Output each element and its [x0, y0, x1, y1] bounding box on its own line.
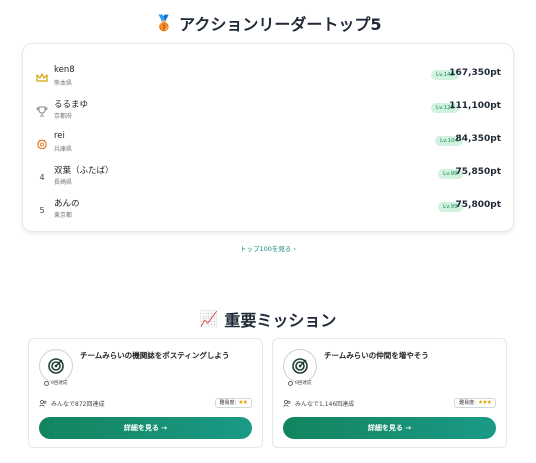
difficulty-badge: 難易度: ★★: [214, 398, 252, 408]
mission-detail-button[interactable]: 詳細を見る →: [283, 417, 496, 439]
chart-icon: 📈: [199, 310, 219, 328]
users-icon: [283, 400, 291, 407]
medal-icon: [35, 137, 49, 151]
leaderboard-title-text: アクションリーダートップ5: [179, 15, 382, 34]
difficulty-label: 難易度:: [459, 400, 476, 406]
difficulty-badge: 難易度: ★★★: [454, 398, 496, 408]
leader-points: 167,350pt: [449, 68, 501, 78]
leader-points: 75,800pt: [455, 200, 501, 210]
rank-number: 5: [39, 205, 45, 215]
trophy-icon: [35, 104, 49, 118]
leader-points: 111,100pt: [449, 101, 501, 111]
mission-title: チームみらいの機関誌をポスティングしよう: [80, 351, 230, 360]
difficulty-stars: ★★★: [477, 399, 492, 406]
leader-row[interactable]: rei 兵庫県 Lv.104 84,350pt: [23, 131, 515, 161]
mission-done-text: 0回達成: [51, 381, 68, 386]
mission-count: みんなで1,146回達成: [283, 399, 354, 408]
leader-name: るるまゆ: [54, 100, 89, 110]
mission-card[interactable]: 0回達成 チームみらいの仲間を増やそう みんなで1,146回達成 難易度: ★★…: [272, 338, 507, 448]
mission-card[interactable]: 0回達成 チームみらいの機関誌をポスティングしよう みんなで872回達成 難易度…: [28, 338, 263, 448]
difficulty-stars: ★★: [238, 399, 248, 406]
leader-name: rei: [54, 131, 65, 141]
leader-row[interactable]: ken8 熊本県 Lv.148 167,350pt: [23, 65, 515, 95]
mission-count-text: みんなで1,146回達成: [295, 401, 355, 408]
top100-link[interactable]: トップ100を見る ›: [0, 243, 536, 253]
difficulty-label: 難易度:: [219, 400, 237, 406]
leader-name: あんの: [54, 199, 80, 209]
leader-points: 75,850pt: [455, 167, 501, 177]
missions-title-text: 重要ミッション: [224, 311, 337, 330]
mission-count: みんなで872回達成: [39, 399, 104, 408]
leader-prefecture: 熊本県: [54, 80, 73, 87]
leader-row[interactable]: るるまゆ 京都府 Lv.120 111,100pt: [23, 98, 515, 128]
target-icon: [283, 349, 317, 383]
leaderboard-title: 🥉 アクションリーダートップ5: [0, 11, 536, 35]
mission-done-text: 0回達成: [295, 381, 312, 386]
leader-prefecture: 東京都: [54, 212, 73, 219]
crown-icon: [35, 71, 49, 85]
leader-row[interactable]: 4 双葉（ふたば） 長崎県 Lv.99 75,850pt: [23, 164, 515, 194]
users-icon: [39, 400, 47, 407]
leader-prefecture: 兵庫県: [54, 146, 73, 153]
mission-done: 0回達成: [44, 380, 67, 386]
mission-count-text: みんなで872回達成: [51, 401, 105, 408]
mission-done: 0回達成: [288, 380, 311, 386]
mission-detail-button[interactable]: 詳細を見る →: [39, 417, 252, 439]
medal-icon: 🥉: [154, 14, 174, 32]
rank-number: 4: [39, 172, 45, 182]
leader-prefecture: 京都府: [54, 113, 73, 120]
leader-name: ken8: [54, 65, 75, 75]
missions-title: 📈 重要ミッション: [0, 307, 536, 331]
leader-name: 双葉（ふたば）: [54, 166, 114, 176]
leader-prefecture: 長崎県: [54, 179, 73, 186]
mission-title: チームみらいの仲間を増やそう: [324, 351, 429, 360]
leaderboard-card: ken8 熊本県 Lv.148 167,350pt るるまゆ 京都府 Lv.12…: [22, 43, 514, 232]
target-icon: [39, 349, 73, 383]
leader-row[interactable]: 5 あんの 東京都 Lv.99 75,800pt: [23, 197, 515, 227]
leader-points: 84,350pt: [455, 134, 501, 144]
